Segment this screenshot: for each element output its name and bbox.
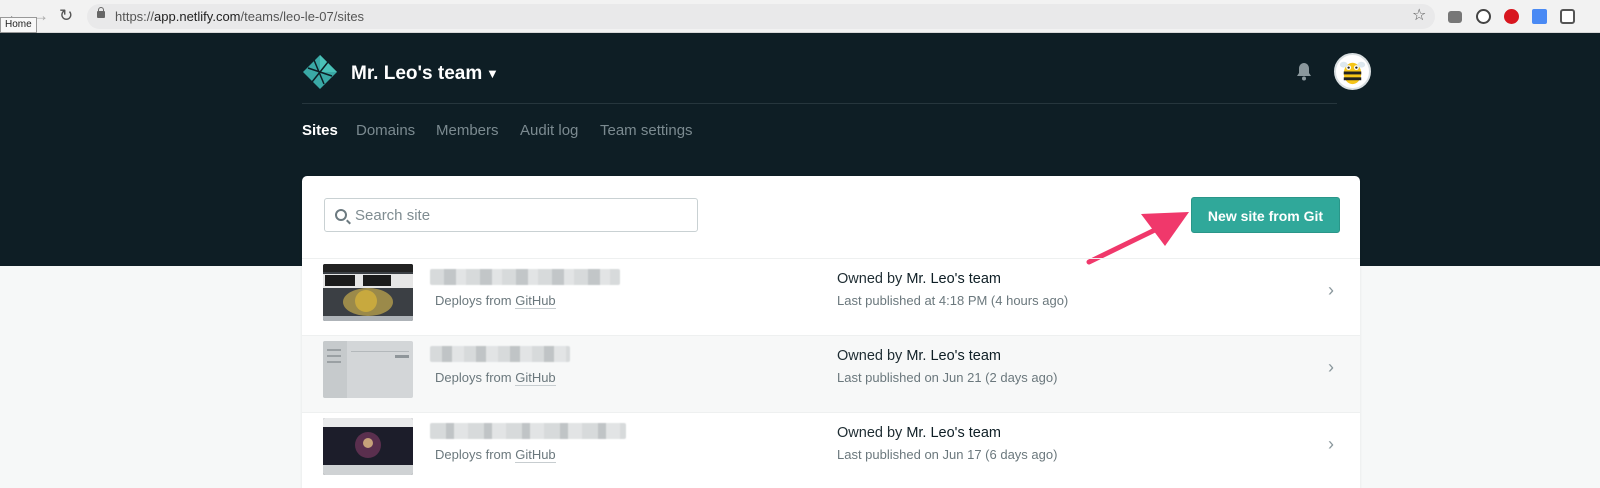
- avatar[interactable]: [1334, 53, 1371, 90]
- site-name[interactable]: [430, 423, 626, 439]
- site-row[interactable]: Deploys from GitHub Owned by Mr. Leo's t…: [302, 335, 1360, 412]
- github-link[interactable]: GitHub: [515, 370, 556, 386]
- translate-extension-icon[interactable]: [1532, 9, 1547, 24]
- last-published: Last published at 4:18 PM (4 hours ago): [837, 293, 1069, 308]
- netlify-logo-icon[interactable]: [302, 54, 338, 90]
- tab-sites[interactable]: Sites: [302, 122, 338, 139]
- tab-domains[interactable]: Domains: [356, 122, 415, 139]
- chevron-down-icon[interactable]: ▼: [486, 66, 499, 81]
- site-owner: Owned by Mr. Leo's team: [837, 271, 1001, 287]
- site-owner: Owned by Mr. Leo's team: [837, 348, 1001, 364]
- opera-extension-icon[interactable]: [1504, 9, 1519, 24]
- deploy-source: Deploys from GitHub: [435, 370, 556, 386]
- drive-extension-icon[interactable]: [1448, 11, 1462, 23]
- bookmark-star-icon[interactable]: ☆: [1412, 5, 1426, 25]
- github-link[interactable]: GitHub: [515, 447, 556, 463]
- site-name[interactable]: [430, 346, 570, 362]
- search-box[interactable]: [324, 198, 698, 232]
- address-bar[interactable]: https://app.netlify.com/teams/leo-le-07/…: [87, 4, 1435, 29]
- tab-audit-log[interactable]: Audit log: [520, 122, 578, 139]
- notification-bell-icon[interactable]: [1296, 62, 1312, 82]
- deploy-source: Deploys from GitHub: [435, 293, 556, 309]
- last-published: Last published on Jun 21 (2 days ago): [837, 370, 1058, 385]
- url-text: https://app.netlify.com/teams/leo-le-07/…: [115, 9, 365, 24]
- site-name[interactable]: [430, 269, 620, 285]
- chevron-right-icon[interactable]: ›: [1328, 434, 1334, 455]
- chevron-right-icon[interactable]: ›: [1328, 280, 1334, 301]
- deploy-source: Deploys from GitHub: [435, 447, 556, 463]
- tab-members[interactable]: Members: [436, 122, 499, 139]
- lock-icon: [97, 7, 105, 18]
- header-divider: [302, 103, 1337, 104]
- site-thumbnail: [323, 341, 413, 398]
- new-site-from-git-button[interactable]: New site from Git: [1191, 197, 1340, 233]
- site-thumbnail: [323, 264, 413, 321]
- search-input[interactable]: [355, 199, 685, 231]
- home-tooltip: Home: [0, 17, 37, 33]
- site-row[interactable]: Deploys from GitHub Owned by Mr. Leo's t…: [302, 412, 1360, 488]
- tab-team-settings[interactable]: Team settings: [600, 122, 693, 139]
- team-name[interactable]: Mr. Leo's team: [351, 63, 482, 85]
- github-link[interactable]: GitHub: [515, 293, 556, 309]
- site-row[interactable]: Deploys from GitHub Owned by Mr. Leo's t…: [302, 258, 1360, 335]
- site-thumbnail: [323, 418, 413, 475]
- search-icon: [335, 209, 347, 221]
- chevron-right-icon[interactable]: ›: [1328, 357, 1334, 378]
- site-owner: Owned by Mr. Leo's team: [837, 425, 1001, 441]
- password-extension-icon[interactable]: [1476, 9, 1491, 24]
- pocket-extension-icon[interactable]: [1560, 9, 1575, 24]
- last-published: Last published on Jun 17 (6 days ago): [837, 447, 1058, 462]
- browser-toolbar: ← → ↻ https://app.netlify.com/teams/leo-…: [0, 0, 1600, 33]
- reload-icon[interactable]: ↻: [59, 6, 73, 26]
